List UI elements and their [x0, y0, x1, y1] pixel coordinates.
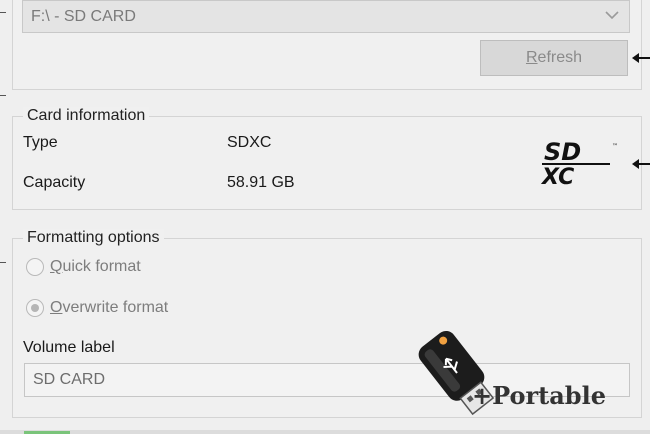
overwrite-format-mnemonic: O: [50, 299, 63, 316]
card-info-legend: Card information: [23, 107, 150, 125]
quick-format-mnemonic: Q: [50, 258, 63, 275]
svg-text:™: ™: [612, 143, 618, 150]
left-edge-mark: [0, 95, 6, 96]
annotation-arrow: [632, 51, 650, 63]
quick-format-radio[interactable]: [26, 258, 44, 276]
portable-watermark: +Portable: [472, 381, 606, 410]
volume-label-value: SD CARD: [33, 371, 106, 388]
quick-format-label: uick format: [62, 258, 141, 275]
left-edge-mark: [0, 12, 6, 13]
drive-select[interactable]: F:\ - SD CARD: [22, 0, 630, 33]
volume-label-caption: Volume label: [23, 339, 115, 356]
capacity-label: Capacity: [23, 174, 86, 191]
bottom-separator: [0, 430, 650, 434]
annotation-arrow: [632, 157, 650, 169]
type-value: SDXC: [227, 134, 272, 151]
quick-format-option[interactable]: Quick format: [26, 258, 141, 276]
arrow-left-icon: [632, 159, 650, 169]
capacity-value: 58.91 GB: [227, 174, 295, 191]
chevron-down-icon: [605, 11, 619, 20]
left-edge-mark: [0, 262, 6, 263]
svg-text:SD: SD: [544, 138, 581, 166]
formatting-legend: Formatting options: [23, 229, 164, 247]
overwrite-format-option[interactable]: Overwrite format: [26, 299, 168, 317]
sdxc-logo: SD ™ XC: [540, 138, 618, 188]
overwrite-format-label: verwrite format: [62, 299, 169, 316]
overwrite-format-radio[interactable]: [26, 299, 44, 317]
arrow-left-icon: [632, 53, 650, 63]
refresh-label-rest: efresh: [537, 49, 583, 66]
svg-text:XC: XC: [540, 165, 574, 188]
drive-select-value: F:\ - SD CARD: [31, 7, 136, 25]
refresh-button[interactable]: Refresh: [480, 40, 628, 76]
refresh-mnemonic: R: [525, 49, 538, 66]
type-label: Type: [23, 134, 58, 151]
